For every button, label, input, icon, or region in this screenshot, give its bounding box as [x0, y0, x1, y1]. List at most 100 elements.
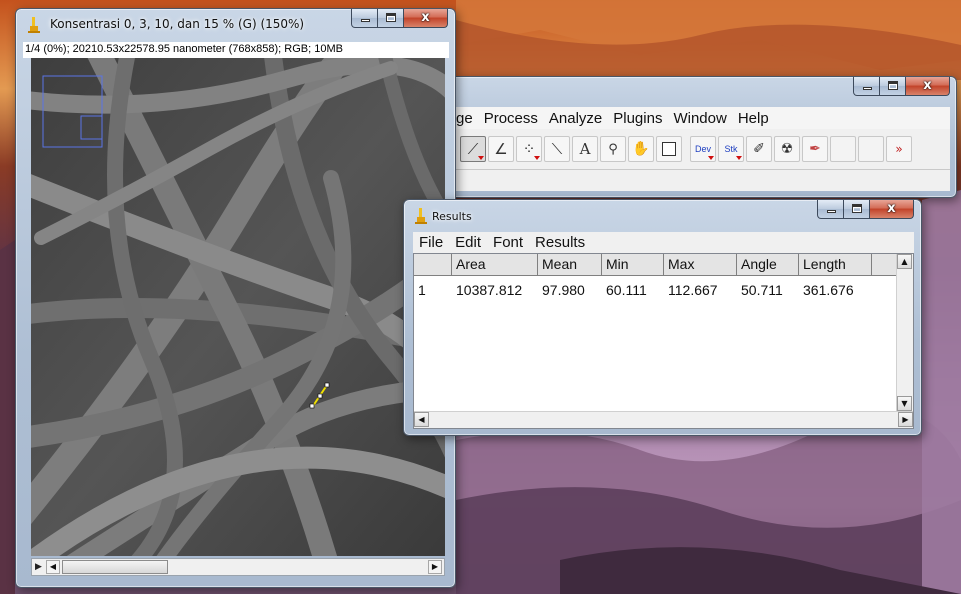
menu-process[interactable]: Process — [484, 110, 538, 127]
empty-tool-slot-2[interactable] — [858, 136, 884, 162]
color-picker-icon — [662, 142, 676, 156]
maximize-icon — [888, 81, 898, 90]
developer-menu-icon: Dev — [694, 144, 711, 154]
image-window: Konsentrasi 0, 3, 10, dan 15 % (G) (150%… — [15, 8, 456, 588]
wand-tool-icon: ⟍ — [551, 140, 563, 158]
results-menu-file[interactable]: File — [419, 234, 443, 251]
column-header-angle[interactable]: Angle — [737, 254, 799, 276]
cell-angle: 50.711 — [741, 282, 783, 298]
pencil-tool-icon: ✒ — [809, 141, 821, 157]
imagej-status-bar — [454, 169, 950, 191]
close-icon: x — [421, 10, 430, 25]
minimize-icon — [863, 87, 872, 90]
nanofiber-image — [31, 58, 445, 556]
line-tool-icon: ⟋ — [467, 140, 479, 158]
hand-tool-icon: ✋ — [632, 141, 650, 157]
menu-help[interactable]: Help — [738, 110, 769, 127]
hand-tool-button[interactable]: ✋ — [628, 136, 654, 162]
results-maximize-button[interactable] — [844, 200, 870, 219]
more-tools-icon: » — [895, 142, 903, 156]
menu-plugins[interactable]: Plugins — [613, 110, 662, 127]
table-row[interactable]: 1 10387.812 97.980 60.111 112.667 50.711… — [414, 281, 872, 299]
results-menu-results[interactable]: Results — [535, 234, 585, 251]
more-tools-button[interactable]: » — [886, 136, 912, 162]
point-tool-button[interactable]: ⁘ — [516, 136, 542, 162]
results-menu-font[interactable]: Font — [493, 234, 523, 251]
imagej-menubar: ge Process Analyze Plugins Window Help — [454, 107, 950, 129]
results-menu-edit[interactable]: Edit — [455, 234, 481, 251]
results-window-title: Results — [432, 210, 472, 223]
imagej-app-icon — [28, 17, 40, 33]
imagej-close-button[interactable]: x — [906, 77, 950, 96]
wand-tool-button[interactable]: ⟍ — [544, 136, 570, 162]
column-header-mean[interactable]: Mean — [538, 254, 602, 276]
results-close-button[interactable]: x — [870, 200, 914, 219]
results-content: File Edit Font Results Area Mean Min Max… — [413, 232, 914, 429]
image-info-bar: 1/4 (0%); 20210.53x22578.95 nanometer (7… — [23, 42, 449, 58]
results-horizontal-scrollbar[interactable]: ◀ ▶ — [414, 411, 913, 428]
cell-min: 60.111 — [606, 282, 647, 298]
play-icon[interactable]: ▶ — [35, 562, 42, 572]
magnifier-tool-icon: ⚲ — [608, 141, 618, 157]
scrollbar-thumb[interactable] — [62, 560, 168, 574]
minimize-icon — [827, 210, 836, 213]
results-table[interactable]: Area Mean Min Max Angle Length 1 10387.8… — [413, 253, 914, 429]
results-menubar: File Edit Font Results — [413, 232, 914, 253]
imagej-main-window: x ge Process Analyze Plugins Window Help… — [453, 76, 957, 198]
stack-menu-icon: Stk — [724, 144, 738, 154]
line-tool-button[interactable]: ⟋ — [460, 136, 486, 162]
results-minimize-button[interactable] — [817, 200, 844, 219]
scroll-right-icon[interactable]: ▶ — [898, 412, 913, 427]
scroll-right-icon[interactable]: ▶ — [428, 560, 442, 574]
results-window: Results x File Edit Font Results Area Me… — [403, 199, 922, 436]
developer-menu-button[interactable]: Dev — [690, 136, 716, 162]
column-header-max[interactable]: Max — [664, 254, 737, 276]
close-icon: x — [923, 78, 932, 93]
angle-tool-button[interactable]: ∠ — [488, 136, 514, 162]
pencil-tool-button[interactable]: ✒ — [802, 136, 828, 162]
column-header-length[interactable]: Length — [799, 254, 872, 276]
column-header-filler — [872, 254, 896, 276]
image-close-button[interactable]: x — [404, 9, 448, 28]
imagej-app-icon — [415, 208, 427, 224]
image-horizontal-scrollbar[interactable]: ▶ ◀ ▶ — [31, 558, 445, 576]
column-header-index[interactable] — [414, 254, 452, 276]
results-vertical-scrollbar[interactable]: ▲ ▼ — [896, 254, 913, 411]
menu-analyze[interactable]: Analyze — [549, 110, 602, 127]
angle-tool-icon: ∠ — [494, 140, 508, 158]
empty-tool-slot-1[interactable] — [830, 136, 856, 162]
imagej-window-controls: x — [853, 77, 950, 96]
magnifier-tool-button[interactable]: ⚲ — [600, 136, 626, 162]
color-picker-button[interactable] — [656, 136, 682, 162]
image-window-controls: x — [351, 9, 448, 28]
sem-micrograph-canvas[interactable] — [31, 58, 445, 556]
imagej-minimize-button[interactable] — [853, 77, 880, 96]
cell-area: 10387.812 — [456, 282, 523, 298]
text-tool-button[interactable]: A — [572, 136, 598, 162]
scroll-up-icon[interactable]: ▲ — [897, 254, 912, 269]
column-header-area[interactable]: Area — [452, 254, 538, 276]
scroll-down-icon[interactable]: ▼ — [897, 396, 912, 411]
image-maximize-button[interactable] — [378, 9, 404, 28]
maximize-icon — [386, 13, 396, 22]
menu-image[interactable]: ge — [456, 110, 473, 127]
minimize-icon — [361, 19, 370, 22]
cell-length: 361.676 — [803, 282, 854, 298]
imagej-maximize-button[interactable] — [880, 77, 906, 96]
results-window-controls: x — [817, 200, 914, 219]
imagej-toolbar: ⟋ ∠ ⁘ ⟍ A ⚲ ✋ Dev Stk ✐ ☢ ✒ » — [454, 129, 950, 169]
menu-window[interactable]: Window — [673, 110, 726, 127]
image-window-title: Konsentrasi 0, 3, 10, dan 15 % (G) (150%… — [50, 17, 305, 31]
cell-max: 112.667 — [668, 282, 718, 298]
brush-tool-button[interactable]: ✐ — [746, 136, 772, 162]
flood-fill-button[interactable]: ☢ — [774, 136, 800, 162]
scroll-left-icon[interactable]: ◀ — [46, 560, 60, 574]
scroll-left-icon[interactable]: ◀ — [414, 412, 429, 427]
flood-fill-icon: ☢ — [780, 141, 794, 157]
text-tool-icon: A — [579, 140, 591, 158]
table-header: Area Mean Min Max Angle Length — [414, 254, 896, 276]
stack-menu-button[interactable]: Stk — [718, 136, 744, 162]
column-header-min[interactable]: Min — [602, 254, 664, 276]
cell-index: 1 — [418, 282, 426, 298]
image-minimize-button[interactable] — [351, 9, 378, 28]
